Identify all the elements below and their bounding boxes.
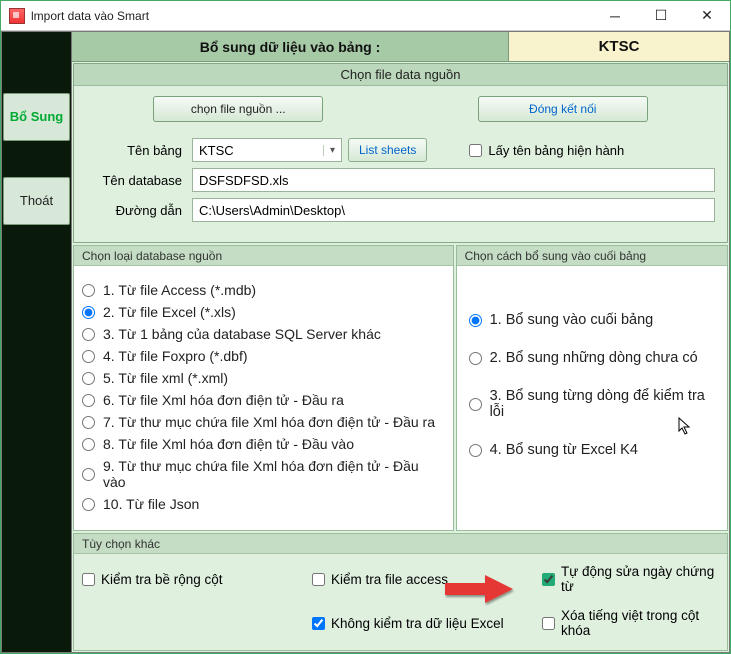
append-mode-radio[interactable]: 1. Bổ sung vào cuối bảng [469,312,715,328]
other-options-group: Tùy chọn khác Kiểm tra bề rộng cột Kiểm … [73,533,728,651]
header-left: Bổ sung dữ liệu vào bảng : [72,32,509,61]
path-input[interactable] [192,198,715,222]
source-type-radio[interactable]: 2. Từ file Excel (*.xls) [82,304,445,320]
app-icon [9,8,25,24]
source-panel: Chọn file data nguồn chọn file nguồn ...… [73,63,728,243]
bosung-button[interactable]: Bổ Sung [3,93,70,141]
source-type-radio[interactable]: 6. Từ file Xml hóa đơn điện tử - Đầu ra [82,392,445,408]
source-type-radio[interactable]: 5. Từ file xml (*.xml) [82,370,445,386]
database-input[interactable] [192,168,715,192]
window-title: lmport data vào Smart [31,9,592,23]
cursor-icon [677,416,693,436]
source-type-group: Chọn loại database nguồn 1. Từ file Acce… [73,245,454,531]
maximize-button[interactable]: ☐ [638,1,684,30]
table-combo[interactable]: KTSC ▾ [192,138,342,162]
thoat-button[interactable]: Thoát [3,177,70,225]
close-button[interactable]: ✕ [684,1,730,30]
source-type-title: Chọn loại database nguồn [74,246,453,266]
append-mode-title: Chọn cách bổ sung vào cuối bảng [457,246,727,266]
choose-source-button[interactable]: chọn file nguồn ... [153,96,323,122]
label-database: Tên database [86,173,182,188]
sidebar: Bổ Sung Thoát [2,32,72,652]
other-options-title: Tùy chọn khác [74,534,727,554]
source-type-radio[interactable]: 7. Từ thư mục chứa file Xml hóa đơn điện… [82,414,445,430]
header-right: KTSC [509,32,729,61]
label-table: Tên bảng [86,143,182,158]
append-mode-group: Chọn cách bổ sung vào cuối bảng 1. Bổ su… [456,245,728,531]
source-type-radio[interactable]: 4. Từ file Foxpro (*.dbf) [82,348,445,364]
source-type-radio[interactable]: 3. Từ 1 bảng của database SQL Server khá… [82,326,445,342]
source-type-radio[interactable]: 9. Từ thư mục chứa file Xml hóa đơn điện… [82,458,445,490]
chk-width[interactable]: Kiểm tra bề rộng cột [82,564,312,594]
chk-access[interactable]: Kiểm tra file access [312,564,542,594]
header-row: Bổ sung dữ liệu vào bảng : KTSC [72,32,729,62]
source-type-radio[interactable]: 10. Từ file Json [82,496,445,512]
source-panel-title: Chọn file data nguồn [74,64,727,86]
chk-no-excel[interactable]: Không kiểm tra dữ liệu Excel [312,608,542,638]
chevron-down-icon: ▾ [323,145,341,156]
titlebar: lmport data vào Smart ─ ☐ ✕ [1,1,730,31]
label-path: Đường dẫn [86,203,182,218]
list-sheets-button[interactable]: List sheets [348,138,427,162]
minimize-button[interactable]: ─ [592,1,638,30]
append-mode-radio[interactable]: 4. Bổ sung từ Excel K4 [469,442,715,458]
close-connection-button[interactable]: Đóng kết nối [478,96,648,122]
chk-remove-vn[interactable]: Xóa tiếng việt trong cột khóa [542,608,719,638]
chk-auto-date[interactable]: Tự động sửa ngày chứng từ [542,564,719,594]
current-table-checkbox[interactable]: Lấy tên bảng hiện hành [469,143,624,158]
table-combo-value: KTSC [193,143,323,158]
append-mode-radio[interactable]: 2. Bổ sung những dòng chưa có [469,350,715,366]
source-type-radio[interactable]: 1. Từ file Access (*.mdb) [82,282,445,298]
source-type-radio[interactable]: 8. Từ file Xml hóa đơn điện tử - Đầu vào [82,436,445,452]
